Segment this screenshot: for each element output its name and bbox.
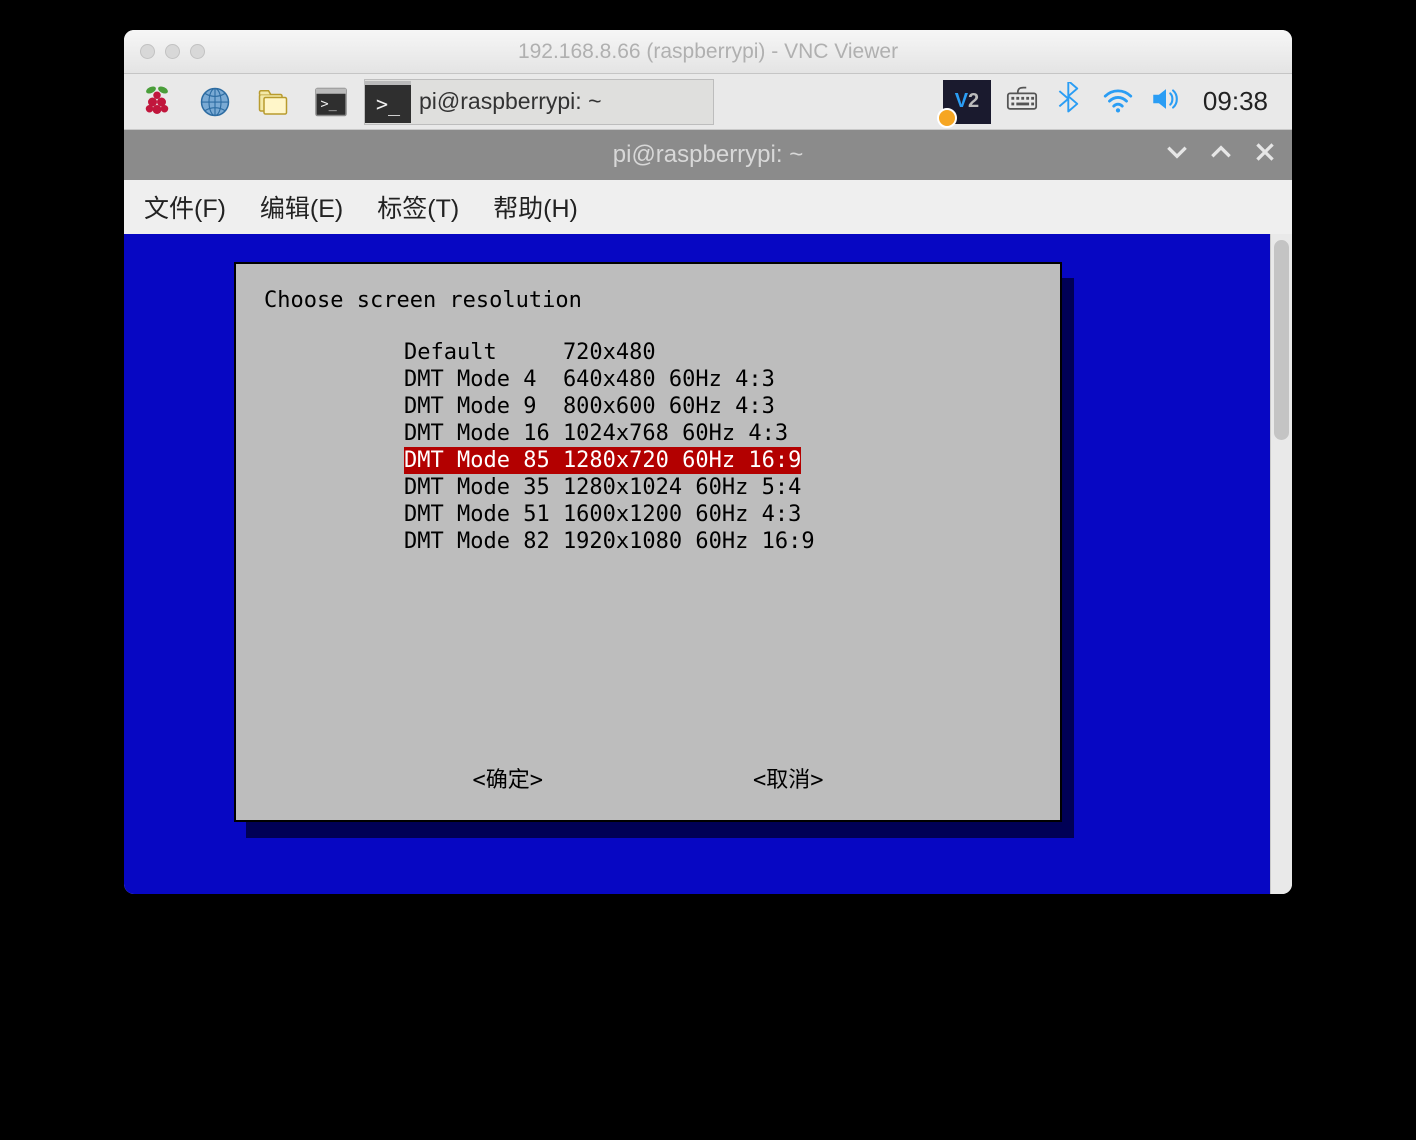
clock-label[interactable]: 09:38 — [1197, 86, 1274, 117]
resolution-option[interactable]: DMT Mode 9 800x600 60Hz 4:3 — [404, 393, 1032, 420]
terminal-window-titlebar: pi@raspberrypi: ~ — [124, 130, 1292, 180]
close-button[interactable] — [1252, 139, 1278, 172]
resolution-dialog: Choose screen resolution Default 720x480… — [234, 262, 1062, 822]
terminal-window-title: pi@raspberrypi: ~ — [613, 141, 803, 169]
scrollbar-thumb[interactable] — [1274, 240, 1289, 440]
bluetooth-icon[interactable] — [1053, 82, 1087, 121]
taskbar: >_ >_ pi@raspberrypi: ~ V2 09:3 — [124, 74, 1292, 130]
scrollbar-track[interactable] — [1270, 234, 1292, 894]
resolution-option[interactable]: DMT Mode 4 640x480 60Hz 4:3 — [404, 366, 1032, 393]
menu-help[interactable]: 帮助(H) — [493, 189, 578, 225]
resolution-option[interactable]: Default 720x480 — [404, 339, 1032, 366]
taskbar-app-label: pi@raspberrypi: ~ — [419, 88, 602, 115]
close-icon[interactable] — [140, 44, 155, 59]
resolution-option[interactable]: DMT Mode 51 1600x1200 60Hz 4:3 — [404, 501, 1032, 528]
vnc-window: 192.168.8.66 (raspberrypi) - VNC Viewer … — [124, 30, 1292, 894]
terminal-icon[interactable]: >_ — [306, 79, 356, 125]
zoom-icon[interactable] — [190, 44, 205, 59]
window-title: 192.168.8.66 (raspberrypi) - VNC Viewer — [124, 40, 1292, 64]
mac-titlebar: 192.168.8.66 (raspberrypi) - VNC Viewer — [124, 30, 1292, 74]
raspberry-menu-icon[interactable] — [132, 79, 182, 125]
dialog-title: Choose screen resolution — [264, 288, 582, 313]
taskbar-app-button[interactable]: >_ pi@raspberrypi: ~ — [364, 79, 714, 125]
menu-tabs[interactable]: 标签(T) — [377, 189, 459, 225]
minimize-button[interactable] — [1164, 139, 1190, 172]
cancel-button[interactable]: <取消> — [753, 762, 824, 794]
terminal-area[interactable]: Choose screen resolution Default 720x480… — [124, 234, 1270, 894]
file-manager-icon[interactable] — [248, 79, 298, 125]
terminal-mini-icon: >_ — [365, 81, 411, 123]
keyboard-icon[interactable] — [1005, 82, 1039, 121]
web-browser-icon[interactable] — [190, 79, 240, 125]
vnc-tray-icon[interactable]: V2 — [943, 80, 991, 124]
terminal-menubar: 文件(F) 编辑(E) 标签(T) 帮助(H) — [124, 180, 1292, 234]
ok-button[interactable]: <确定> — [473, 762, 544, 794]
resolution-option[interactable]: DMT Mode 35 1280x1024 60Hz 5:4 — [404, 474, 1032, 501]
menu-edit[interactable]: 编辑(E) — [260, 189, 343, 225]
resolution-option-list: Default 720x480 DMT Mode 4 640x480 60Hz … — [404, 339, 1032, 555]
resolution-option-selected[interactable]: DMT Mode 85 1280x720 60Hz 16:9 — [404, 447, 801, 474]
maximize-button[interactable] — [1208, 139, 1234, 172]
svg-text:>_: >_ — [321, 96, 338, 112]
traffic-lights — [140, 44, 205, 59]
minimize-icon[interactable] — [165, 44, 180, 59]
resolution-option[interactable]: DMT Mode 16 1024x768 60Hz 4:3 — [404, 420, 1032, 447]
system-tray: V2 09:38 — [943, 80, 1284, 124]
menu-file[interactable]: 文件(F) — [144, 189, 226, 225]
volume-icon[interactable] — [1149, 82, 1183, 121]
warning-badge-icon — [937, 108, 957, 128]
resolution-option[interactable]: DMT Mode 82 1920x1080 60Hz 16:9 — [404, 528, 1032, 555]
wifi-icon[interactable] — [1101, 82, 1135, 121]
